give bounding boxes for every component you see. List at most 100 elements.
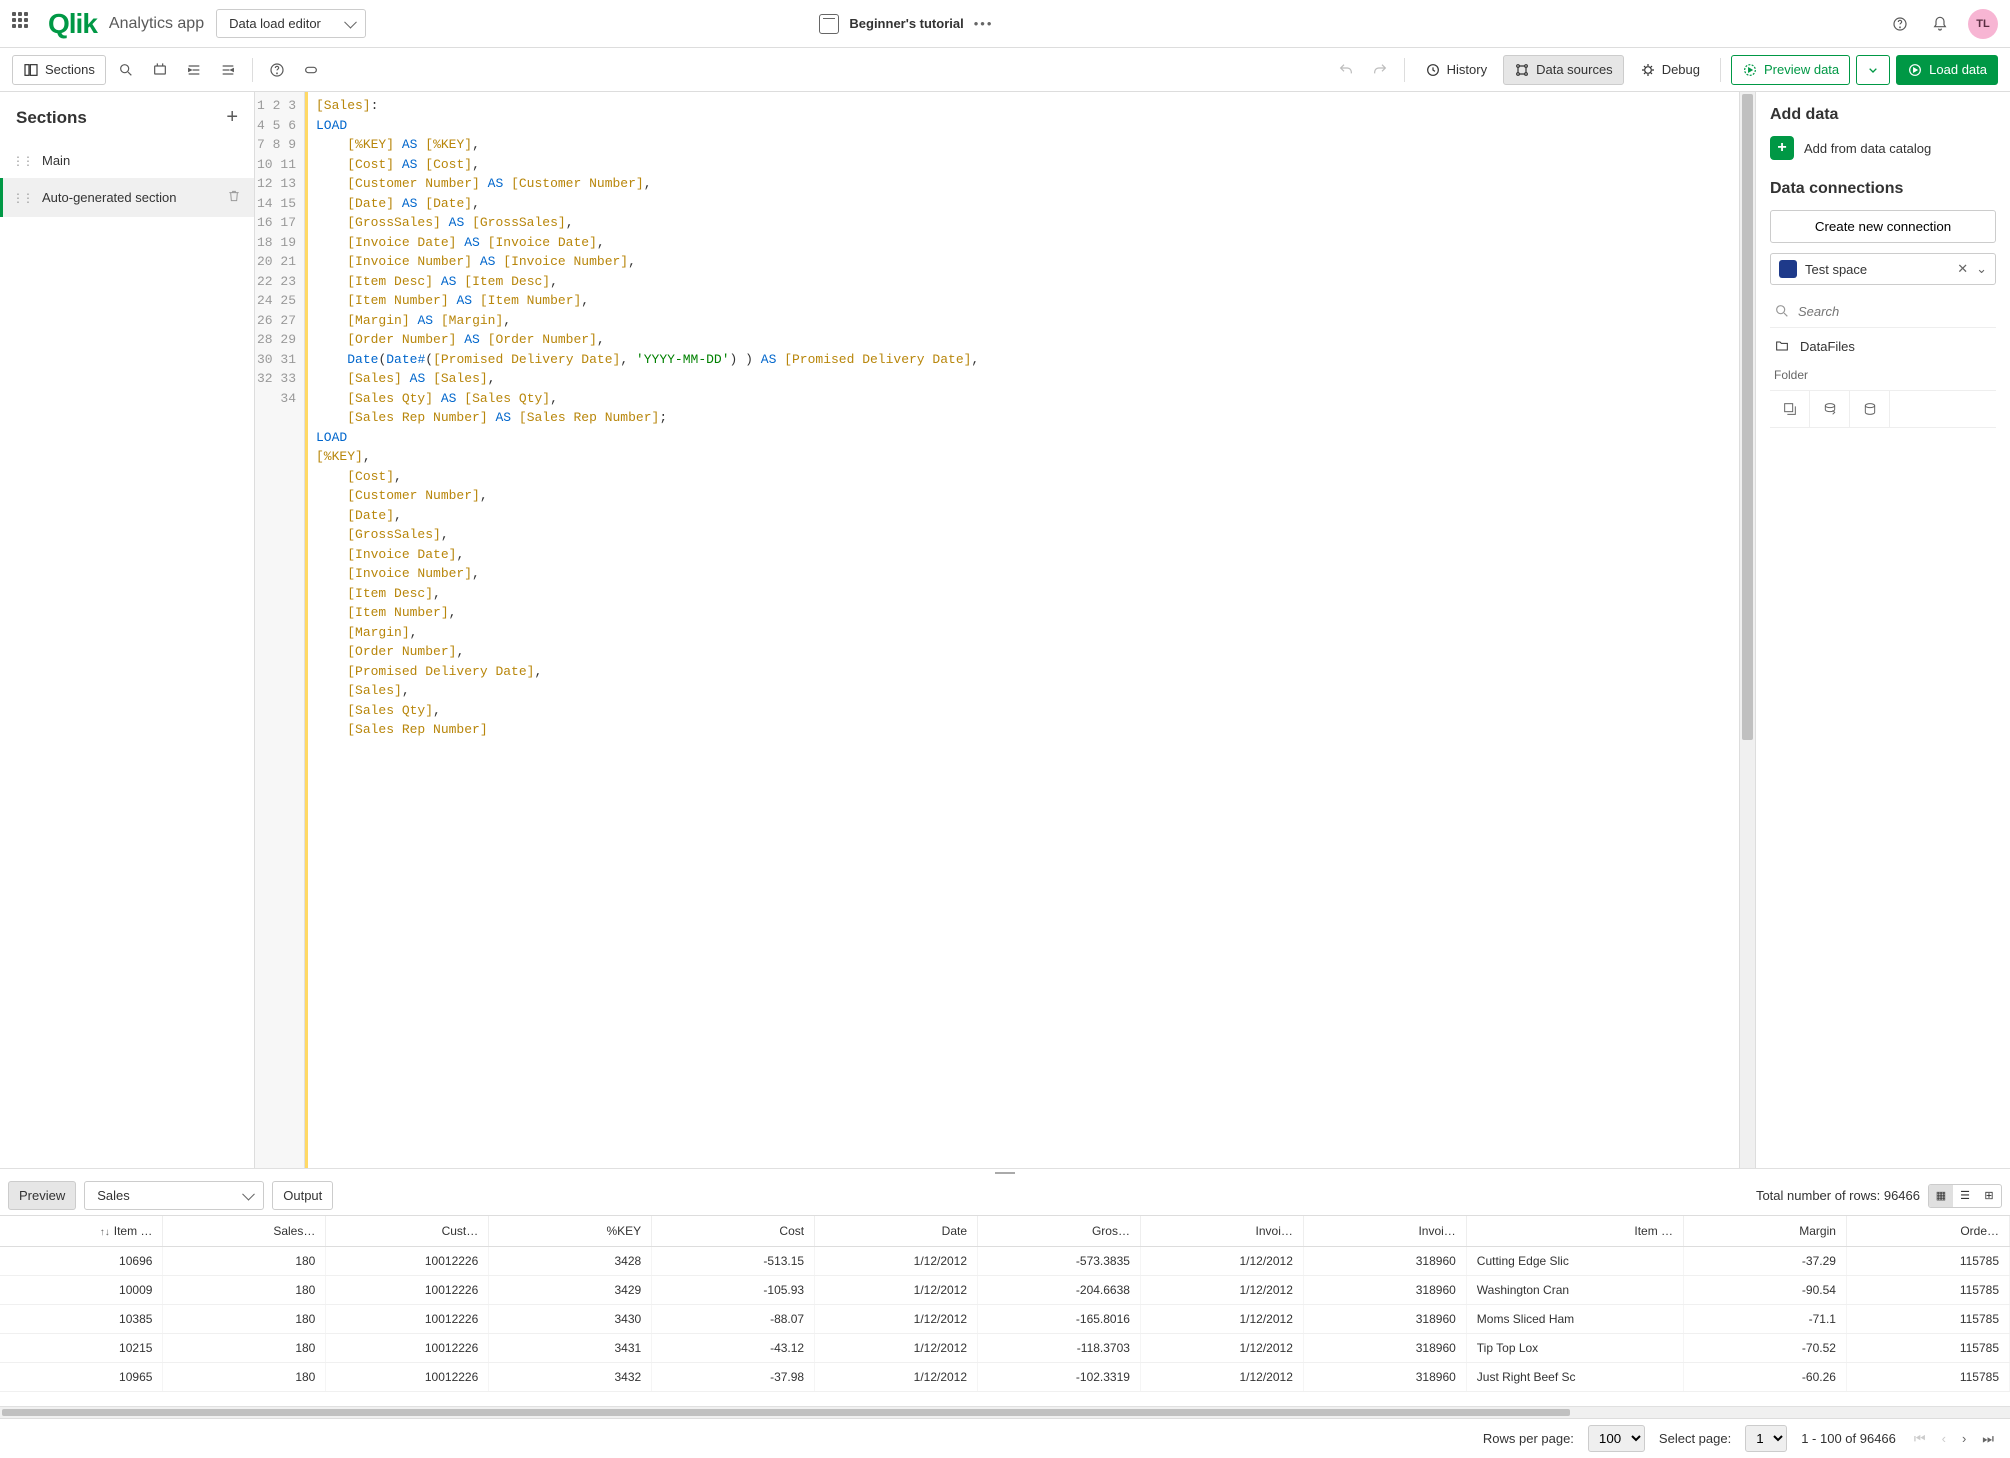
create-connection-button[interactable]: Create new connection [1770,210,1996,243]
clear-icon[interactable]: ✕ [1957,261,1968,277]
debug-button[interactable]: Debug [1630,56,1710,84]
table-cell: 1/12/2012 [1140,1363,1303,1392]
sections-title: Sections [16,108,87,128]
chevron-down-icon[interactable]: ⌄ [1976,261,1987,277]
app-launcher-icon[interactable] [12,12,36,36]
table-cell: Washington Cran [1466,1276,1683,1305]
table-cell: -513.15 [652,1247,815,1276]
table-row[interactable]: 10385180100122263430-88.071/12/2012-165.… [0,1305,2010,1334]
table-cell: 180 [163,1363,326,1392]
table-cell: -102.3319 [978,1363,1141,1392]
table-row[interactable]: 10965180100122263432-37.981/12/2012-102.… [0,1363,2010,1392]
drag-handle-icon[interactable]: ⋮⋮ [12,154,32,168]
data-sources-button[interactable]: Data sources [1503,55,1624,85]
resize-handle[interactable] [0,1168,2010,1176]
table-cell: 1/12/2012 [1140,1334,1303,1363]
mode-dropdown[interactable]: Data load editor [216,9,366,38]
add-from-catalog-button[interactable]: + Add from data catalog [1770,136,1996,160]
column-header[interactable]: Item … [1466,1216,1683,1247]
more-icon[interactable]: ••• [974,16,994,31]
prev-page-icon[interactable]: ‹ [1938,1427,1950,1451]
table-cell: Moms Sliced Ham [1466,1305,1683,1334]
history-button[interactable]: History [1415,56,1497,84]
bell-icon[interactable] [1928,12,1952,36]
add-section-button[interactable]: + [226,106,238,129]
table-row[interactable]: 10696180100122263428-513.151/12/2012-573… [0,1247,2010,1276]
column-header[interactable]: Invoi… [1303,1216,1466,1247]
indent-icon[interactable] [180,56,208,84]
table-row[interactable]: 10009180100122263429-105.931/12/2012-204… [0,1276,2010,1305]
help-toolbar-icon[interactable] [263,56,291,84]
column-header[interactable]: Cust… [326,1216,489,1247]
search-icon [1774,303,1790,319]
column-header[interactable]: %KEY [489,1216,652,1247]
load-data-button[interactable]: Load data [1896,55,1998,85]
trash-icon[interactable] [226,188,242,207]
table-cell: 10696 [0,1247,163,1276]
select-data-icon[interactable] [1770,391,1810,427]
drag-handle-icon[interactable]: ⋮⋮ [12,191,32,205]
table-cell: 10012226 [326,1276,489,1305]
plus-icon: + [1770,136,1794,160]
sections-button[interactable]: Sections [12,55,106,85]
sheet-icon [819,14,839,34]
column-header[interactable]: ↑↓Item … [0,1216,163,1247]
table-cell: 1/12/2012 [815,1276,978,1305]
table-cell: 1/12/2012 [1140,1276,1303,1305]
avatar[interactable]: TL [1968,9,1998,39]
column-header[interactable]: Orde… [1846,1216,2009,1247]
table-cell: -165.8016 [978,1305,1141,1334]
table-cell: 10012226 [326,1334,489,1363]
space-select[interactable]: Test space ✕ ⌄ [1770,253,1996,285]
section-item-auto[interactable]: ⋮⋮ Auto-generated section [0,178,254,217]
column-header[interactable]: Cost [652,1216,815,1247]
table-cell: 3430 [489,1305,652,1334]
table-cell: 115785 [1846,1276,2009,1305]
preview-dropdown-button[interactable] [1856,55,1890,85]
section-item-main[interactable]: ⋮⋮ Main [0,143,254,178]
column-header[interactable]: Invoi… [1140,1216,1303,1247]
table-row[interactable]: 10215180100122263431-43.121/12/2012-118.… [0,1334,2010,1363]
line-gutter: 1 2 3 4 5 6 7 8 9 10 11 12 13 14 15 16 1… [255,92,305,1168]
view-table-icon[interactable]: ▦ [1929,1185,1953,1207]
edit-connection-icon[interactable] [1850,391,1890,427]
insert-script-icon[interactable] [1810,391,1850,427]
output-tab[interactable]: Output [272,1181,333,1210]
next-page-icon[interactable]: › [1958,1427,1970,1451]
table-cell: 1/12/2012 [815,1363,978,1392]
horizontal-scrollbar[interactable] [0,1406,2010,1418]
last-page-icon[interactable]: ⏭ [1978,1427,1998,1451]
tag-icon[interactable] [297,56,325,84]
data-connections-title: Data connections [1770,180,1996,198]
table-cell: 318960 [1303,1305,1466,1334]
undo-icon[interactable] [1332,56,1360,84]
code-editor[interactable]: [Sales]: LOAD [%KEY] AS [%KEY], [Cost] A… [305,92,1739,1168]
table-cell: 180 [163,1247,326,1276]
column-header[interactable]: Gros… [978,1216,1141,1247]
search-icon[interactable] [112,56,140,84]
table-cell: Tip Top Lox [1466,1334,1683,1363]
table-cell: Just Right Beef Sc [1466,1363,1683,1392]
table-cell: -71.1 [1684,1305,1847,1334]
view-list-icon[interactable]: ☰ [1953,1185,1977,1207]
redo-icon[interactable] [1366,56,1394,84]
view-grid-icon[interactable]: ⊞ [1977,1185,2001,1207]
help-icon[interactable] [1888,12,1912,36]
table-cell: 10215 [0,1334,163,1363]
first-page-icon[interactable]: ⏮ [1910,1427,1930,1451]
column-header[interactable]: Sales… [163,1216,326,1247]
table-cell: 1/12/2012 [815,1334,978,1363]
outdent-icon[interactable] [214,56,242,84]
comment-icon[interactable] [146,56,174,84]
column-header[interactable]: Date [815,1216,978,1247]
folder-name: DataFiles [1800,339,1855,354]
preview-tab[interactable]: Preview [8,1181,76,1210]
doc-title: Beginner's tutorial [849,16,963,31]
table-select-dropdown[interactable]: Sales [84,1181,264,1210]
datafiles-folder[interactable]: DataFiles [1770,327,1996,364]
connection-search-input[interactable] [1798,304,1992,319]
column-header[interactable]: Margin [1684,1216,1847,1247]
vertical-scrollbar[interactable] [1739,92,1755,1168]
preview-data-button[interactable]: Preview data [1731,55,1850,85]
table-cell: 180 [163,1305,326,1334]
